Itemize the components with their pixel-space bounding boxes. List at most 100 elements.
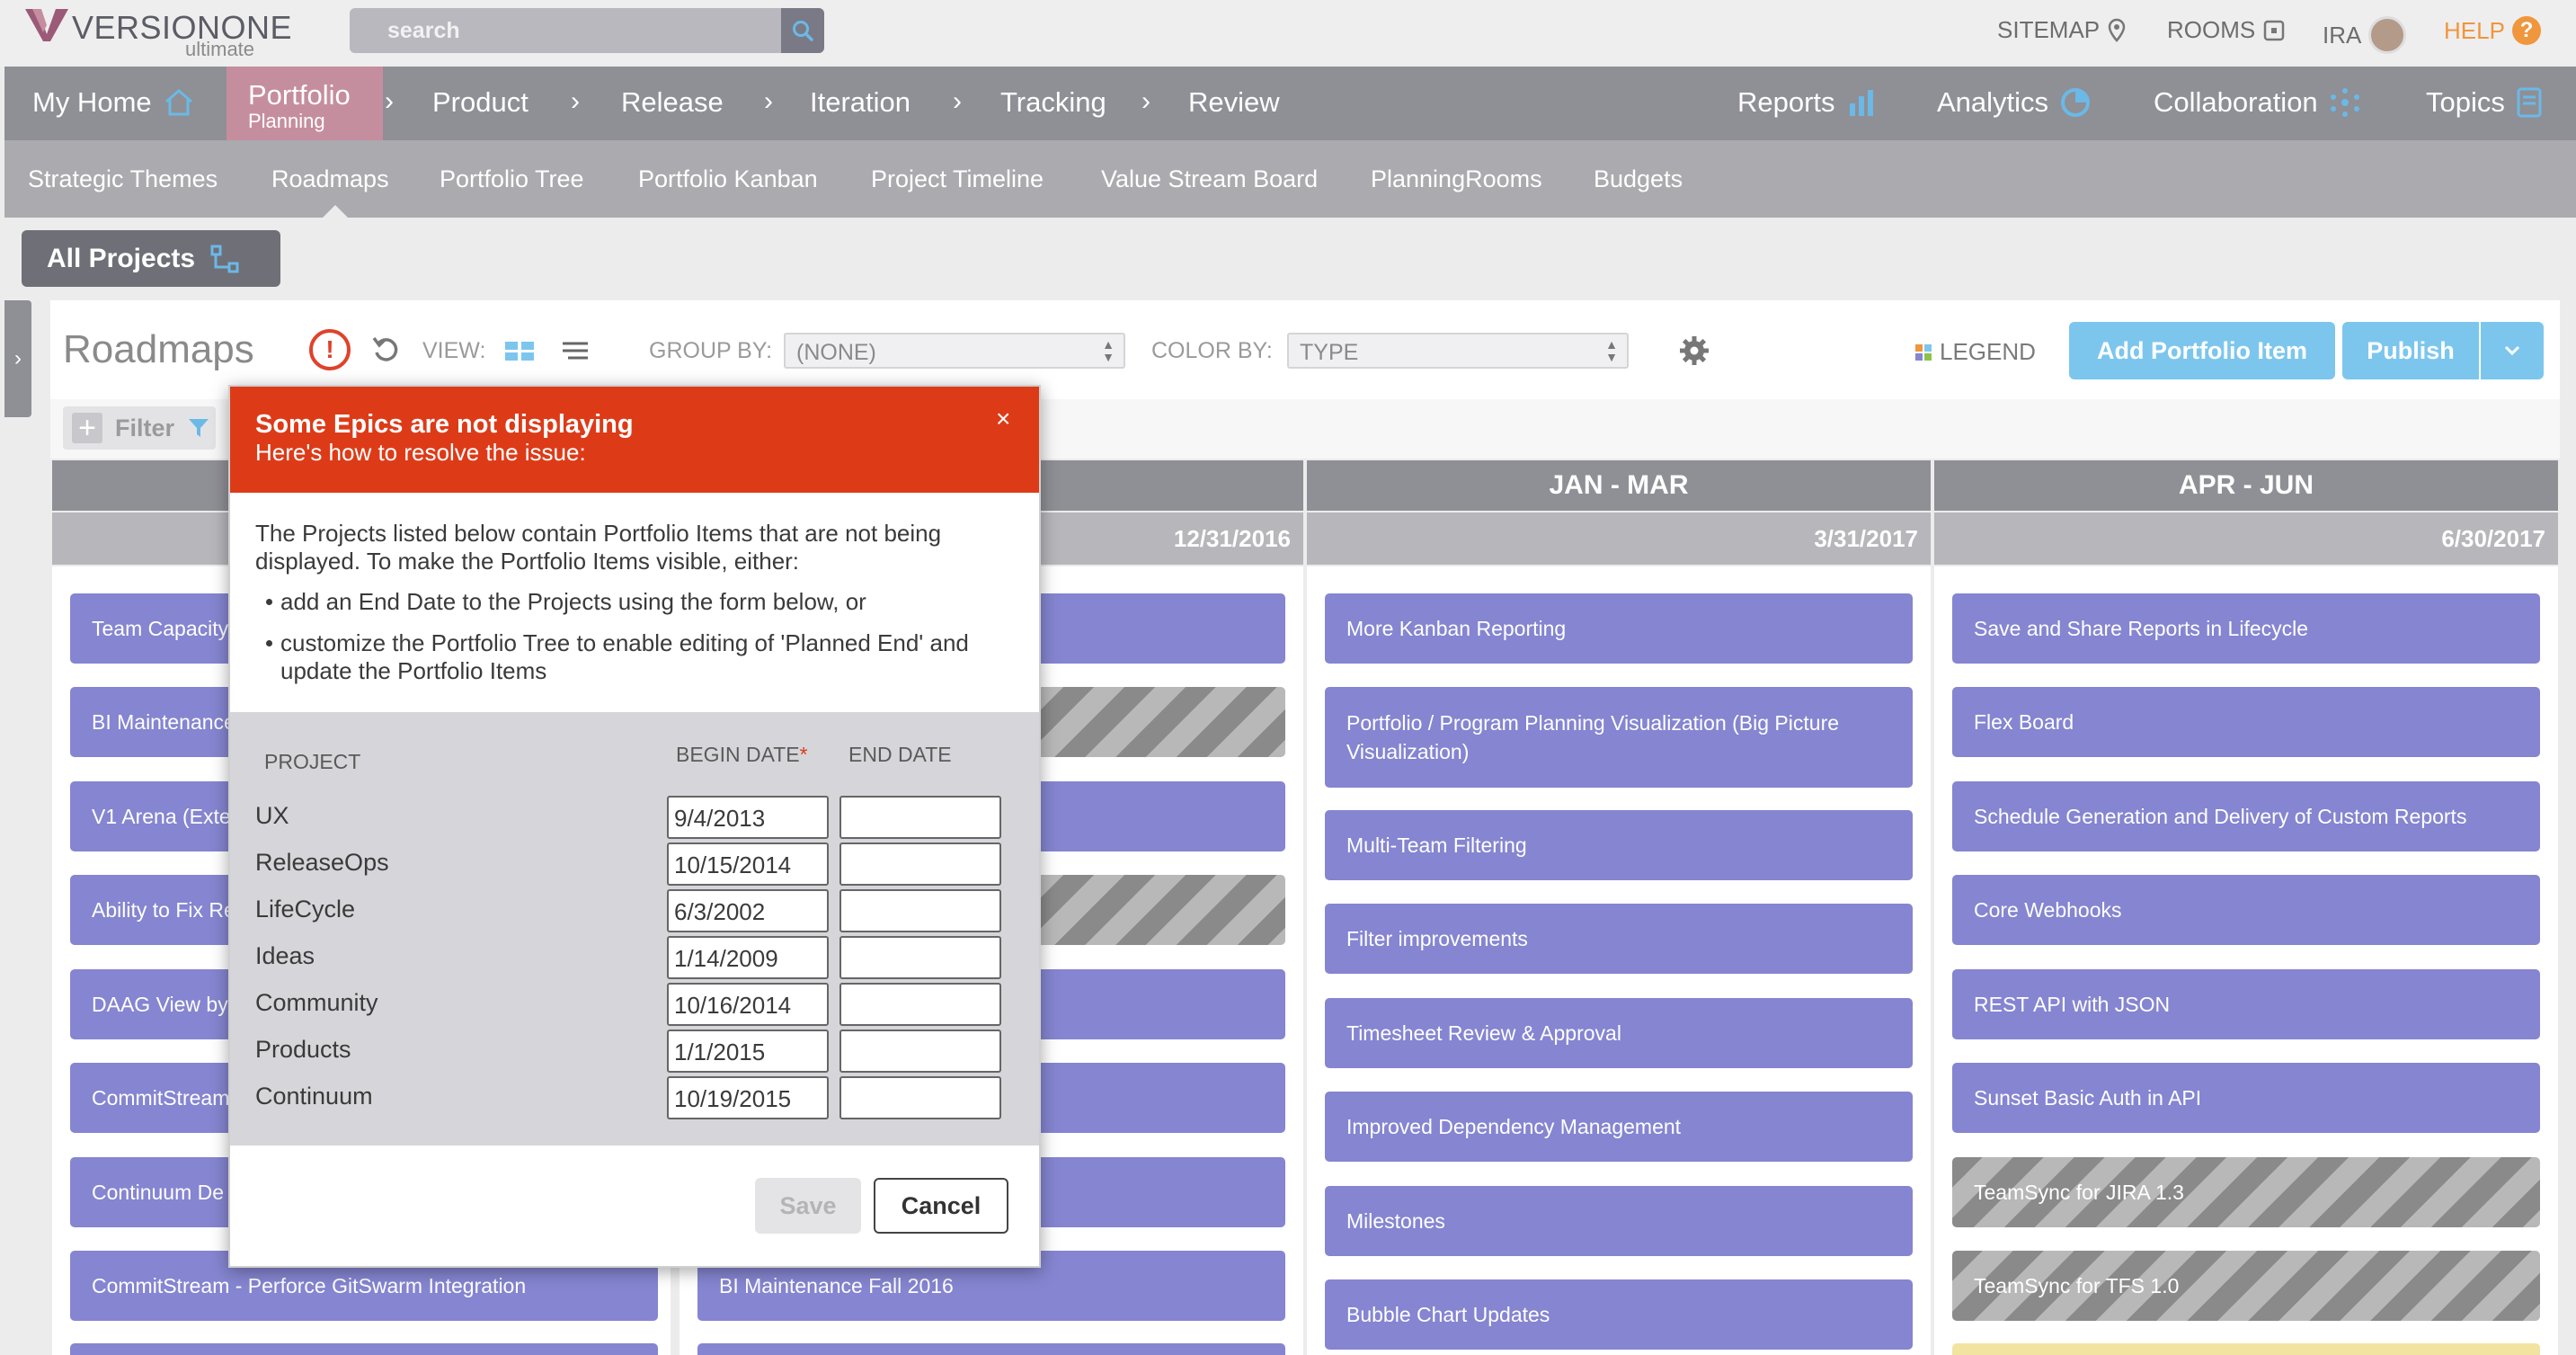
search-icon xyxy=(793,21,813,41)
grid-view-icon[interactable] xyxy=(504,340,535,361)
nav-analytics[interactable]: Analytics xyxy=(1937,86,2092,119)
epic-card[interactable]: Improved Dependency Management xyxy=(1325,1092,1913,1162)
begin-date-field[interactable]: 6/3/2002 xyxy=(667,889,829,932)
epic-card[interactable]: Save and Share Reports in Lifecycle xyxy=(1952,593,2540,664)
warning-icon[interactable]: ! xyxy=(309,329,351,370)
subnav-project-timeline[interactable]: Project Timeline xyxy=(871,165,1044,193)
color-by-select[interactable]: TYPE ▲ ▼ xyxy=(1287,333,1629,369)
project-name: UX xyxy=(255,802,289,829)
epic-card[interactable]: Portfolio / Program Planning Visualizati… xyxy=(1325,687,1913,788)
epic-card[interactable]: Sunset Basic Auth in API xyxy=(1952,1063,2540,1133)
dialog-title: Some Epics are not displaying xyxy=(255,410,634,439)
epic-card[interactable]: Flex Board xyxy=(1952,687,2540,757)
nav-portfolio-planning[interactable]: Portfolio Planning xyxy=(227,67,383,140)
funnel-icon xyxy=(189,419,209,437)
subnav-portfolio-tree[interactable]: Portfolio Tree xyxy=(440,165,584,193)
epic-card[interactable]: REST API with JSON xyxy=(1952,969,2540,1039)
subnav-strategic-themes[interactable]: Strategic Themes xyxy=(28,165,218,193)
end-date-field[interactable] xyxy=(839,1030,1001,1073)
end-date-field[interactable] xyxy=(839,983,1001,1026)
filter-button[interactable]: + Filter xyxy=(63,406,216,450)
nav-review[interactable]: Review xyxy=(1188,86,1280,119)
subnav-budgets[interactable]: Budgets xyxy=(1594,165,1683,193)
end-date-field[interactable] xyxy=(839,889,1001,932)
subnav-planningrooms[interactable]: PlanningRooms xyxy=(1371,165,1542,193)
group-by-select[interactable]: (NONE) ▲ ▼ xyxy=(784,333,1125,369)
nav-iteration[interactable]: Iteration xyxy=(810,86,910,119)
end-date-field[interactable] xyxy=(839,1076,1001,1119)
nav-release[interactable]: Release xyxy=(621,86,724,119)
gear-icon[interactable] xyxy=(1678,334,1710,367)
nav-product-label: Product xyxy=(432,86,529,118)
column-end-date-text: 12/31/2016 xyxy=(1173,524,1291,552)
subnav-value-stream-board[interactable]: Value Stream Board xyxy=(1101,165,1318,193)
help-link[interactable]: HELP ? xyxy=(2444,16,2541,45)
versionone-logo[interactable]: VERSIONONE ultimate xyxy=(23,4,292,60)
epic-card[interactable]: Timesheet Review & Approval xyxy=(1325,998,1913,1068)
subnav-roadmaps[interactable]: Roadmaps xyxy=(271,165,389,193)
begin-date-header-text: BEGIN DATE xyxy=(676,743,800,766)
epic-card[interactable]: Milestones xyxy=(1325,1186,1913,1256)
close-icon[interactable]: × xyxy=(996,405,1010,433)
save-button[interactable]: Save xyxy=(755,1178,861,1234)
subnav-portfolio-kanban[interactable]: Portfolio Kanban xyxy=(638,165,818,193)
publish-dropdown-button[interactable] xyxy=(2481,322,2544,379)
dialog-intro: The Projects listed below contain Portfo… xyxy=(255,520,942,575)
column-header: JAN - MAR xyxy=(1307,460,1931,511)
undo-icon[interactable] xyxy=(371,334,402,365)
nav-tracking[interactable]: Tracking xyxy=(1000,86,1106,119)
nav-collaboration[interactable]: Collaboration xyxy=(2154,86,2361,119)
sitemap-link[interactable]: SITEMAP xyxy=(1997,16,2127,44)
legend-label: LEGEND xyxy=(1940,338,2036,365)
list-view-icon[interactable] xyxy=(561,340,590,361)
nav-review-label: Review xyxy=(1188,86,1280,118)
home-icon xyxy=(164,89,192,116)
hierarchy-icon xyxy=(210,245,239,272)
search-button[interactable] xyxy=(781,8,824,53)
epic-card[interactable] xyxy=(697,1343,1285,1355)
epic-card[interactable]: Core Webhooks xyxy=(1952,875,2540,945)
begin-date-field[interactable]: 1/14/2009 xyxy=(667,936,829,979)
publish-button[interactable]: Publish xyxy=(2342,322,2479,379)
epic-card[interactable]: Multi-Team Filtering xyxy=(1325,810,1913,880)
missing-epics-dialog: Some Epics are not displaying Here's how… xyxy=(228,385,1041,1268)
begin-date-field[interactable]: 10/19/2015 xyxy=(667,1076,829,1119)
group-by-label: GROUP BY: xyxy=(649,338,773,363)
nav-my-home[interactable]: My Home xyxy=(32,86,195,119)
end-date-field[interactable] xyxy=(839,936,1001,979)
user-menu[interactable]: IRA xyxy=(2323,16,2407,54)
nav-reports[interactable]: Reports xyxy=(1737,86,1877,119)
map-pin-icon xyxy=(2108,18,2126,42)
epic-card-no-date[interactable]: TeamSync for JIRA 1.3 xyxy=(1952,1157,2540,1227)
nav-product[interactable]: Product xyxy=(432,86,529,119)
expand-sidebar-handle[interactable]: › xyxy=(4,300,31,417)
nav-analytics-label: Analytics xyxy=(1937,86,2049,118)
epic-card[interactable]: Bubble Chart Updates xyxy=(1325,1279,1913,1350)
begin-date-field[interactable]: 9/4/2013 xyxy=(667,796,829,839)
nav-topics-label: Topics xyxy=(2426,86,2505,118)
begin-date-field[interactable]: 10/16/2014 xyxy=(667,983,829,1026)
epic-card[interactable] xyxy=(1952,1343,2540,1355)
epic-card[interactable]: Filter improvements xyxy=(1325,904,1913,974)
epic-card-no-date[interactable]: TeamSync for TFS 1.0 xyxy=(1952,1251,2540,1321)
epic-card[interactable] xyxy=(70,1343,658,1355)
epic-card[interactable]: More Kanban Reporting xyxy=(1325,593,1913,664)
color-by-label: COLOR BY: xyxy=(1151,338,1273,363)
main-nav: My Home Portfolio Planning › Product › R… xyxy=(4,67,2576,140)
network-icon xyxy=(2330,88,2359,117)
begin-date-field[interactable]: 1/1/2015 xyxy=(667,1030,829,1073)
sitemap-label: SITEMAP xyxy=(1997,16,2101,43)
cancel-button[interactable]: Cancel xyxy=(874,1178,1008,1234)
end-date-field[interactable] xyxy=(839,842,1001,886)
epic-card[interactable]: Schedule Generation and Delivery of Cust… xyxy=(1952,781,2540,851)
add-portfolio-item-button[interactable]: Add Portfolio Item xyxy=(2069,322,2335,379)
begin-date-field[interactable]: 10/15/2014 xyxy=(667,842,829,886)
end-date-field[interactable] xyxy=(839,796,1001,839)
legend-button[interactable]: LEGEND xyxy=(1914,338,2036,366)
select-arrows-icon: ▲ ▼ xyxy=(1102,337,1115,364)
project-scope-button[interactable]: All Projects xyxy=(22,230,280,287)
nav-topics[interactable]: Topics xyxy=(2426,86,2543,119)
search-input[interactable]: search xyxy=(350,8,824,53)
project-scope-label: All Projects xyxy=(47,243,196,273)
rooms-link[interactable]: ROOMS xyxy=(2167,16,2286,44)
